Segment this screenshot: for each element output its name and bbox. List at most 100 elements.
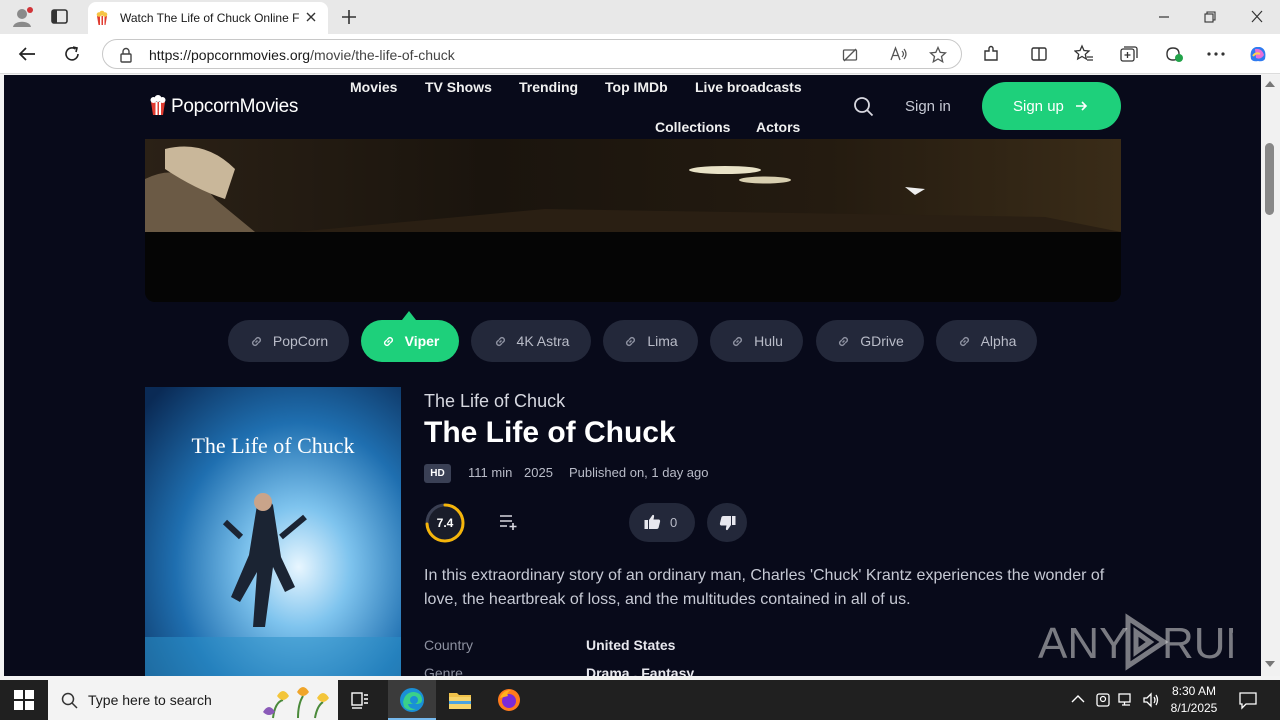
- server-chip-label: Viper: [404, 333, 440, 349]
- server-chip-alpha[interactable]: Alpha: [936, 320, 1037, 362]
- taskbar-search-box[interactable]: Type here to search: [48, 680, 338, 720]
- search-icon[interactable]: [853, 96, 874, 117]
- browser-essentials-icon[interactable]: [1163, 44, 1185, 64]
- server-chip-label: GDrive: [860, 333, 904, 349]
- network-icon[interactable]: [1118, 692, 1135, 708]
- collections-icon[interactable]: [1119, 44, 1139, 64]
- favorites-icon[interactable]: [1074, 44, 1094, 64]
- release-year: 2025: [524, 465, 553, 480]
- favorite-star-icon[interactable]: [929, 46, 947, 64]
- server-chip-popcorn[interactable]: PopCorn: [228, 320, 349, 362]
- url-path: /movie/the-life-of-chuck: [310, 47, 455, 63]
- active-server-pointer: [402, 311, 416, 320]
- rating-circle: 7.4: [424, 502, 466, 544]
- like-button[interactable]: 0: [629, 503, 695, 542]
- file-explorer-icon[interactable]: [448, 689, 472, 711]
- split-screen-icon[interactable]: [1030, 45, 1048, 63]
- server-chip-label: 4K Astra: [516, 333, 570, 349]
- no-tracking-icon[interactable]: [842, 47, 858, 63]
- read-aloud-icon[interactable]: [890, 46, 908, 62]
- tab-title: Watch The Life of Chuck Online F: [120, 11, 300, 25]
- more-options-icon[interactable]: [1207, 52, 1225, 56]
- site-logo-text[interactable]: PopcornMovies: [171, 96, 298, 118]
- server-chip-label: Alpha: [980, 333, 1017, 349]
- link-icon: [381, 334, 396, 349]
- movie-description: In this extraordinary story of an ordina…: [424, 567, 1105, 608]
- meet-now-icon[interactable]: [1095, 692, 1111, 708]
- nav-movies[interactable]: Movies: [350, 79, 397, 95]
- refresh-icon[interactable]: [62, 44, 82, 64]
- info-value-country[interactable]: United States: [586, 637, 675, 653]
- info-label-country: Country: [424, 637, 474, 653]
- browser-tab-active[interactable]: Watch The Life of Chuck Online F: [88, 2, 328, 34]
- thumbs-down-icon: [719, 515, 736, 531]
- nav-trending[interactable]: Trending: [519, 79, 578, 95]
- tab-actions-icon[interactable]: [50, 8, 70, 26]
- scroll-down-icon[interactable]: [1265, 661, 1275, 667]
- popcorn-favicon-icon: [94, 10, 110, 26]
- server-chip-4k-astra[interactable]: 4K Astra: [471, 320, 591, 362]
- movie-poster[interactable]: The Life of Chuck: [145, 387, 401, 676]
- clock-date: 8/1/2025: [1170, 701, 1218, 715]
- nav-top-imdb[interactable]: Top IMDb: [605, 79, 668, 95]
- windows-start-icon[interactable]: [14, 690, 34, 710]
- server-chip-hulu[interactable]: Hulu: [710, 320, 803, 362]
- page-scrollbar[interactable]: [1261, 75, 1280, 676]
- scrollbar-thumb[interactable]: [1265, 143, 1274, 215]
- search-highlight-flowers-icon: [253, 682, 338, 720]
- firefox-icon[interactable]: [497, 688, 521, 712]
- link-icon: [730, 334, 745, 349]
- copilot-icon[interactable]: [1247, 43, 1269, 65]
- published-date: Published on, 1 day ago: [569, 465, 709, 480]
- taskbar-search-placeholder: Type here to search: [88, 692, 212, 708]
- task-view-icon[interactable]: [350, 690, 370, 710]
- quality-badge: HD: [424, 464, 451, 483]
- address-bar[interactable]: https://popcornmovies.org/movie/the-life…: [102, 39, 962, 69]
- url-text: https://popcornmovies.org/movie/the-life…: [149, 47, 455, 63]
- like-count: 0: [670, 515, 678, 530]
- window-close-icon[interactable]: [1249, 10, 1265, 24]
- poster-title: The Life of Chuck: [191, 433, 354, 458]
- anyrun-watermark: ANY RUN: [1038, 610, 1233, 672]
- windows-taskbar: Type here to search 8:30 AM 8/1/2025: [0, 680, 1280, 720]
- show-hidden-icons-chevron-icon[interactable]: [1071, 694, 1085, 704]
- minimize-icon[interactable]: [1156, 10, 1172, 24]
- notifications-icon[interactable]: [1238, 690, 1258, 710]
- extensions-icon[interactable]: [982, 45, 1000, 63]
- taskbar-edge-button[interactable]: [388, 680, 436, 720]
- hero-backdrop[interactable]: [145, 139, 1121, 302]
- site-logo[interactable]: [148, 94, 168, 116]
- server-chip-lima[interactable]: Lima: [603, 320, 698, 362]
- profile-icon[interactable]: [10, 6, 34, 28]
- volume-icon[interactable]: [1142, 692, 1160, 708]
- server-chip-viper[interactable]: Viper: [361, 320, 459, 362]
- back-arrow-icon[interactable]: [17, 45, 37, 63]
- restore-icon[interactable]: [1202, 10, 1218, 24]
- info-value-genre[interactable]: Drama , Fantasy: [586, 665, 694, 676]
- scroll-up-icon[interactable]: [1265, 81, 1275, 87]
- clock-time: 8:30 AM: [1171, 684, 1217, 698]
- link-icon: [623, 334, 638, 349]
- popcorn-logo-icon: [150, 95, 166, 115]
- server-chip-gdrive[interactable]: GDrive: [816, 320, 924, 362]
- movie-title: The Life of Chuck: [424, 416, 676, 449]
- info-label-genre: Genre: [424, 665, 463, 676]
- sign-in-link[interactable]: Sign in: [905, 98, 951, 115]
- nav-actors[interactable]: Actors: [756, 119, 800, 135]
- nav-collections[interactable]: Collections: [655, 119, 730, 135]
- taskbar-clock[interactable]: 8:30 AM 8/1/2025: [1166, 683, 1222, 717]
- watermark-text-right: RUN: [1162, 619, 1233, 668]
- server-chip-label: Lima: [647, 333, 678, 349]
- browser-tab-bar: Watch The Life of Chuck Online F: [0, 0, 1280, 34]
- nav-tv-shows[interactable]: TV Shows: [425, 79, 492, 95]
- sign-up-button[interactable]: Sign up: [982, 82, 1121, 130]
- site-info-lock-icon[interactable]: [119, 47, 133, 63]
- tab-close-icon[interactable]: [305, 11, 317, 23]
- nav-live-broadcasts[interactable]: Live broadcasts: [695, 79, 802, 95]
- edge-browser-icon: [399, 687, 425, 713]
- new-tab-icon[interactable]: [340, 8, 358, 26]
- dislike-button[interactable]: [707, 503, 747, 542]
- add-to-playlist-icon[interactable]: [498, 513, 518, 531]
- link-icon: [493, 334, 508, 349]
- link-icon: [836, 334, 851, 349]
